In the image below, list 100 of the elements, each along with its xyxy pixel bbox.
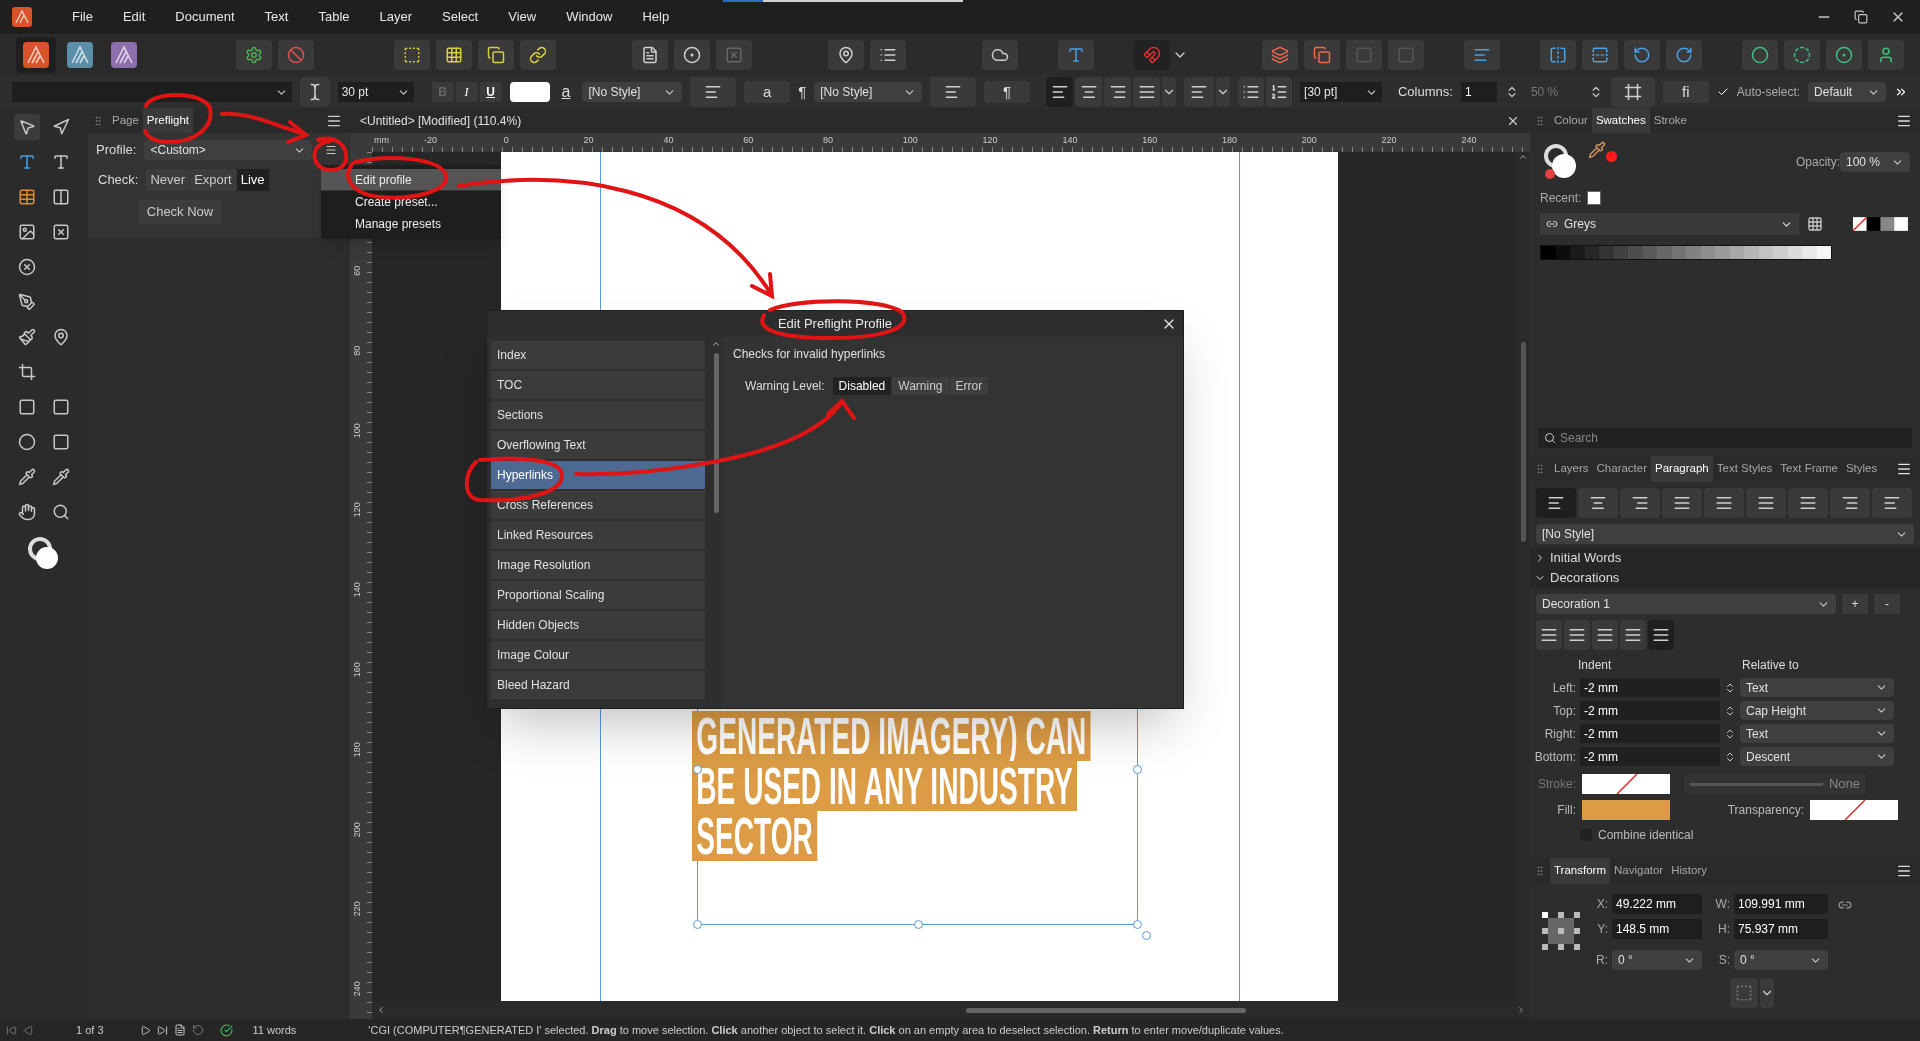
transform-field[interactable]: 49.222 mm [1612, 894, 1702, 914]
segment-button[interactable]: Export [190, 169, 236, 191]
relative-dropdown[interactable]: Text [1740, 724, 1894, 743]
field-label: Y: [1596, 921, 1608, 938]
checkbox-label: Combine identical [1598, 827, 1694, 844]
ruler-label: -20 [424, 134, 437, 147]
panel-tab[interactable]: Styles [1841, 456, 1882, 482]
field-label: Fill: [1556, 802, 1576, 819]
section-header[interactable]: Initial Words [1530, 548, 1920, 568]
panel-tab[interactable]: History [1667, 858, 1711, 884]
ruler-label: 40 [663, 134, 674, 147]
panel-tab[interactable]: Transform [1550, 858, 1610, 884]
relative-dropdown[interactable]: Descent [1740, 747, 1894, 766]
paragraph-style-dropdown[interactable]: [No Style] [814, 82, 923, 102]
menu-item[interactable]: Window [552, 7, 627, 27]
preflight-check-item[interactable]: Linked Resources [491, 521, 705, 549]
menu-item[interactable]: Document [161, 7, 249, 27]
indent-field[interactable]: -2 mm [1580, 701, 1720, 720]
menu-item[interactable]: Manage presets [321, 213, 501, 235]
indent-field[interactable]: -2 mm [1580, 747, 1720, 766]
panel-tab[interactable]: Stroke [1649, 108, 1691, 133]
panel-tab[interactable]: Colour [1550, 108, 1592, 133]
preflight-check-item[interactable]: TOC [491, 371, 705, 399]
check-now-button[interactable]: Check Now [139, 200, 221, 224]
auto-select-dropdown[interactable]: Default [1808, 82, 1887, 102]
section-header[interactable]: Decorations [1530, 568, 1920, 588]
indent-field[interactable]: -2 mm [1580, 724, 1720, 743]
menu-item[interactable]: Table [304, 7, 364, 27]
underline-button[interactable]: U [479, 82, 502, 102]
menu-item[interactable]: Create preset... [321, 191, 501, 213]
page-indicator: 1 of 3 [76, 1022, 104, 1038]
character-style-dropdown[interactable]: [No Style] [582, 82, 683, 102]
segment-button[interactable]: Never [146, 169, 190, 191]
opacity-dropdown[interactable]: 100 % [1840, 152, 1910, 172]
ruler-label: 120 [982, 134, 998, 147]
transform-field[interactable]: 148.5 mm [1612, 919, 1702, 939]
panel-tab[interactable]: Text Frame [1776, 456, 1842, 482]
preflight-check-item[interactable]: Overflowing Text [491, 431, 705, 459]
preflight-check-item[interactable]: Sections [491, 401, 705, 429]
add-button[interactable]: + [1842, 594, 1868, 614]
search-field[interactable]: Search [1538, 428, 1912, 448]
panel-tab[interactable]: Layers [1550, 456, 1593, 482]
field-label: Check: [97, 171, 139, 190]
panel-tab[interactable]: Text Styles [1712, 456, 1777, 482]
menu-item[interactable]: File [58, 7, 107, 27]
preflight-check-item[interactable]: Image Resolution [491, 551, 705, 579]
preflight-check-item[interactable]: Proportional Scaling [491, 581, 705, 609]
font-size-field[interactable]: 30 pt [337, 82, 414, 102]
panel-tab[interactable]: Preflight [142, 108, 194, 133]
columns-field[interactable]: 1 [1460, 82, 1497, 102]
italic-button[interactable]: I [455, 82, 478, 102]
field-label: Stroke: [1537, 776, 1576, 793]
field-label: Top: [1552, 702, 1576, 720]
field-label: X: [1595, 896, 1608, 913]
status-message: 'CGI (COMPUTER¶GENERATED I' selected. Drag to move selection. Click another object to select it. Click on an empty area to deselect selection. Return to enter move/duplicate values. [368, 1022, 1284, 1038]
paragraph-button[interactable]: ¶ [984, 81, 1031, 103]
relative-dropdown[interactable]: Cap Height [1740, 701, 1894, 720]
transform-field[interactable]: 75.937 mm [1734, 919, 1828, 939]
rotation-dropdown[interactable]: 0 ° [1734, 950, 1828, 970]
ruler-label: 220 [1381, 134, 1397, 147]
field-label: W: [1714, 896, 1730, 913]
word-count: 11 words [252, 1022, 297, 1038]
field-label: Warning Level: [745, 378, 825, 395]
panel-tab[interactable]: Character [1592, 456, 1652, 482]
ruler-label: 200 [351, 821, 364, 838]
menu-item[interactable]: Select [428, 7, 493, 27]
profile-dropdown[interactable]: <Custom> [144, 140, 313, 160]
palette-dropdown[interactable]: Greys [1540, 213, 1800, 235]
headline-text: SECTOR [692, 811, 818, 861]
preflight-check-item[interactable]: Hidden Objects [491, 611, 705, 639]
menu-item[interactable]: View [494, 7, 551, 27]
menu-item[interactable]: Text [250, 7, 303, 27]
menu-item[interactable]: Layer [365, 7, 427, 27]
menu-item[interactable]: Edit [108, 7, 160, 27]
ruler-label: 80 [351, 344, 364, 358]
paragraph-style-dropdown[interactable]: [No Style] [1536, 524, 1914, 544]
ligature-button[interactable]: fi [1662, 81, 1709, 103]
segment-button[interactable]: Warning [892, 377, 949, 395]
segment-button[interactable]: Disabled [832, 377, 892, 395]
indent-field[interactable]: -2 mm [1580, 678, 1720, 697]
panel-tab[interactable]: Swatches [1591, 108, 1650, 133]
decoration-dropdown[interactable]: Decoration 1 [1536, 594, 1836, 614]
document-tab[interactable]: <Untitled> [Modified] (110.4%) [360, 111, 522, 130]
leading-field[interactable]: [30 pt] [1300, 82, 1382, 102]
rotation-dropdown[interactable]: 0 ° [1612, 950, 1702, 970]
panel-tab[interactable]: Navigator [1610, 858, 1668, 884]
preflight-check-item[interactable]: Index [491, 341, 705, 369]
field-label: Left: [1551, 679, 1576, 697]
segment-button[interactable]: Error [949, 377, 989, 395]
remove-button[interactable]: - [1874, 594, 1900, 614]
preflight-check-item[interactable]: Image Colour [491, 641, 705, 669]
field-label: Bottom: [1533, 748, 1576, 766]
panel-tab[interactable]: Paragraph [1651, 456, 1713, 482]
relative-dropdown[interactable]: Text [1740, 678, 1894, 697]
segment-button[interactable]: Live [236, 169, 269, 191]
transform-field[interactable]: 109.991 mm [1734, 894, 1828, 914]
menu-item[interactable]: Help [628, 7, 684, 27]
preflight-check-item[interactable]: Bleed Hazard [491, 671, 705, 699]
panel-tab[interactable]: Page [108, 108, 143, 133]
character-button[interactable]: a [744, 81, 791, 103]
